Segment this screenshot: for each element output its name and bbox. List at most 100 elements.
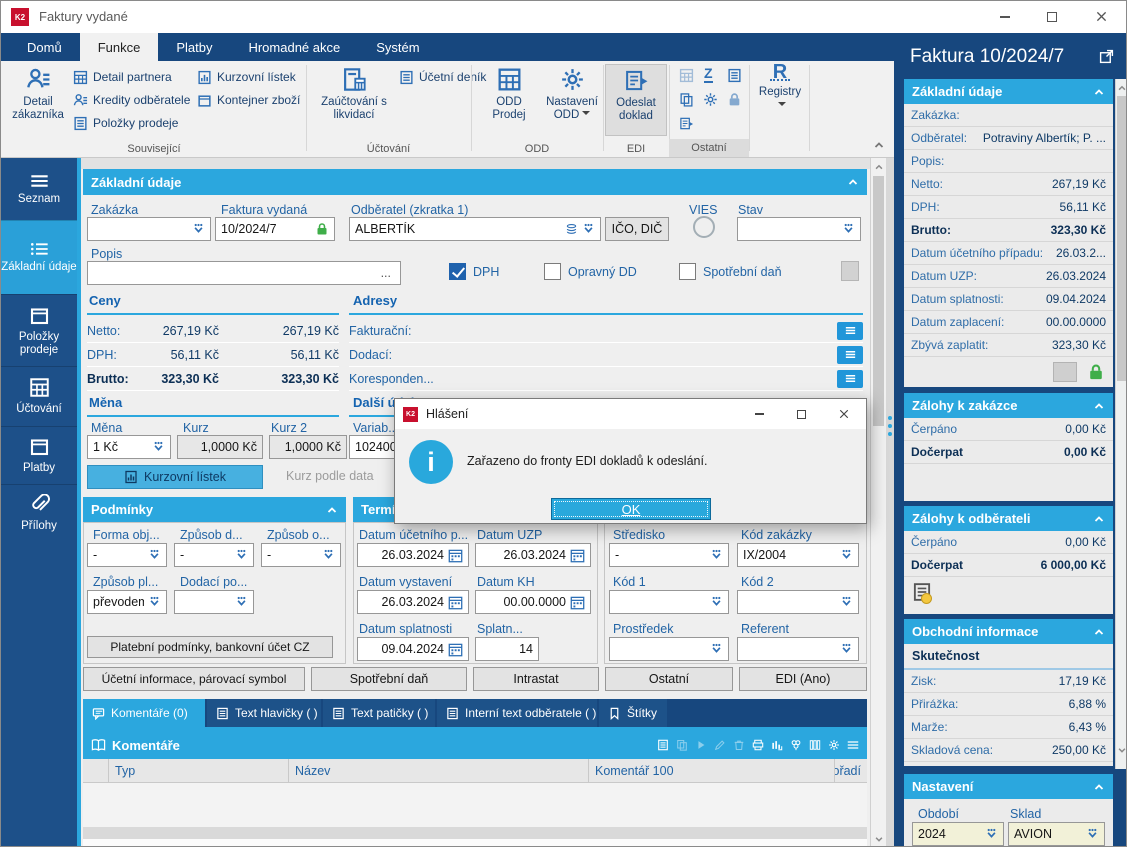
filter-icon[interactable]: [790, 739, 802, 751]
dropdown-icon[interactable]: [710, 549, 723, 561]
forma-obj-combo[interactable]: -: [87, 543, 167, 567]
scroll-down-icon[interactable]: [1117, 745, 1127, 755]
dropdown-icon[interactable]: [152, 441, 165, 453]
opravny-dd-checkbox[interactable]: [544, 263, 561, 280]
more-button[interactable]: ...: [377, 266, 395, 280]
tab-text-paticky[interactable]: Text patičky ( ): [323, 699, 435, 727]
column-nazev[interactable]: Název: [289, 759, 589, 782]
collapse-icon[interactable]: [1093, 86, 1105, 98]
scrollbar-thumb[interactable]: [1117, 96, 1126, 381]
dropdown-icon[interactable]: [840, 643, 853, 655]
odd-prodej-button[interactable]: ODD Prodej: [479, 64, 539, 136]
copy-icon[interactable]: [676, 739, 688, 751]
minimize-button[interactable]: [981, 1, 1028, 32]
dropdown-icon[interactable]: [840, 549, 853, 561]
sidebar-item-prilohy[interactable]: Přílohy: [1, 484, 77, 542]
group-label-ostatni[interactable]: Ostatní: [669, 139, 749, 157]
doc-copy-icon[interactable]: [679, 92, 694, 107]
ostatni-button[interactable]: Ostatní: [605, 667, 733, 691]
horizontal-scrollbar[interactable]: [83, 827, 867, 839]
scrollbar-thumb[interactable]: [873, 176, 884, 426]
sidebar-item-zakladni-udaje[interactable]: Základní údaje: [1, 220, 77, 294]
columns-icon[interactable]: [809, 739, 821, 751]
ucetni-informace-button[interactable]: Účetní informace, párovací symbol: [83, 667, 305, 691]
kurzovni-listek-button[interactable]: Kurzovní lístek: [197, 67, 296, 87]
delete-icon[interactable]: [733, 739, 745, 751]
komentare-table-body[interactable]: [83, 783, 867, 827]
kurz2-field[interactable]: 1,0000 Kč: [269, 435, 347, 459]
grid-settings-icon[interactable]: [828, 739, 840, 751]
stack-icon[interactable]: [565, 223, 578, 236]
kod2-combo[interactable]: [737, 590, 859, 614]
faktura-field[interactable]: 10/2024/7: [215, 217, 335, 241]
detail-zakaznika-button[interactable]: Detail zákazníka: [9, 64, 67, 136]
dph-label[interactable]: DPH: [473, 265, 499, 279]
grid-menu-icon[interactable]: [847, 739, 859, 751]
print-icon[interactable]: [752, 739, 764, 751]
tab-funkce[interactable]: Funkce: [79, 33, 159, 61]
dropdown-icon[interactable]: [1086, 828, 1099, 840]
column-komentar[interactable]: Komentář 100: [589, 759, 835, 782]
row-selector-column[interactable]: [83, 759, 109, 782]
sidebar-item-platby[interactable]: Platby: [1, 426, 77, 484]
dropdown-icon[interactable]: [322, 549, 335, 561]
main-scrollbar[interactable]: [870, 158, 886, 846]
collapse-icon[interactable]: [1093, 513, 1105, 525]
collapse-icon[interactable]: [326, 504, 338, 516]
doc-transfer-icon[interactable]: [679, 116, 694, 131]
column-poradi[interactable]: Pořadí: [835, 759, 867, 782]
chart-icon[interactable]: [771, 739, 783, 751]
intrastat-button[interactable]: Intrastat: [473, 667, 599, 691]
tab-platby[interactable]: Platby: [158, 33, 230, 61]
tab-hromadne-akce[interactable]: Hromadné akce: [230, 33, 358, 61]
dropdown-icon[interactable]: [235, 549, 248, 561]
spotrebni-dan-button[interactable]: Spotřební daň: [311, 667, 467, 691]
splitter[interactable]: [886, 158, 894, 846]
edit-icon[interactable]: [714, 739, 726, 751]
dropdown-icon[interactable]: [235, 596, 248, 608]
dropdown-icon[interactable]: [842, 223, 855, 235]
nastaveni-odd-button[interactable]: Nastavení ODD: [541, 64, 603, 136]
datum-uzp-field[interactable]: 26.03.2024: [475, 543, 591, 567]
kurz-field[interactable]: 1,0000 Kč: [177, 435, 263, 459]
address-menu-button[interactable]: [837, 321, 863, 340]
tab-domu[interactable]: Domů: [9, 33, 80, 61]
zpusob-pl-combo[interactable]: převodem: [87, 590, 167, 614]
dph-checkbox[interactable]: [449, 263, 466, 280]
mena-combo[interactable]: 1 Kč: [87, 435, 171, 459]
ok-button[interactable]: OK: [551, 498, 711, 520]
collapse-icon[interactable]: [847, 176, 859, 188]
tab-stitky[interactable]: Štítky: [599, 699, 667, 727]
address-menu-button[interactable]: [837, 345, 863, 364]
dropdown-icon[interactable]: [985, 828, 998, 840]
datum-kh-field[interactable]: 00.00.0000: [475, 590, 591, 614]
kurz-podle-data-button[interactable]: Kurz podle data: [286, 469, 374, 483]
sidebar-item-polozky-prodeje[interactable]: Položky prodeje: [1, 294, 77, 366]
collapse-icon[interactable]: [1093, 400, 1105, 412]
datum-ucetniho-field[interactable]: 26.03.2024: [357, 543, 469, 567]
maximize-button[interactable]: [1028, 1, 1075, 32]
scroll-down-icon[interactable]: [874, 834, 884, 844]
new-record-icon[interactable]: [657, 739, 669, 751]
dialog-minimize-button[interactable]: [738, 399, 780, 429]
scroll-up-icon[interactable]: [874, 162, 884, 172]
odberatel-combo[interactable]: ALBERTÍK: [349, 217, 601, 241]
dropdown-icon[interactable]: [148, 549, 161, 561]
prostredek-combo[interactable]: [609, 637, 729, 661]
odeslat-doklad-button[interactable]: Odeslat doklad: [605, 64, 667, 136]
tab-interni-text[interactable]: Interní text odběratele ( ): [437, 699, 597, 727]
dropdown-icon[interactable]: [710, 596, 723, 608]
sidebar-item-uctovani[interactable]: Účtování: [1, 366, 77, 426]
calendar-icon[interactable]: [448, 548, 463, 563]
stav-combo[interactable]: [737, 217, 861, 241]
dropdown-icon[interactable]: [148, 596, 161, 608]
calendar-icon[interactable]: [448, 595, 463, 610]
dialog-maximize-button[interactable]: [780, 399, 822, 429]
settings-gear-icon[interactable]: [703, 92, 718, 107]
sidebar-item-seznam[interactable]: Seznam: [1, 161, 77, 218]
dropdown-icon[interactable]: [840, 596, 853, 608]
popis-field[interactable]: ...: [87, 261, 401, 285]
calendar-icon[interactable]: [570, 595, 585, 610]
close-button[interactable]: [1075, 1, 1127, 32]
kod-zakazky-combo[interactable]: IX/2004: [737, 543, 859, 567]
